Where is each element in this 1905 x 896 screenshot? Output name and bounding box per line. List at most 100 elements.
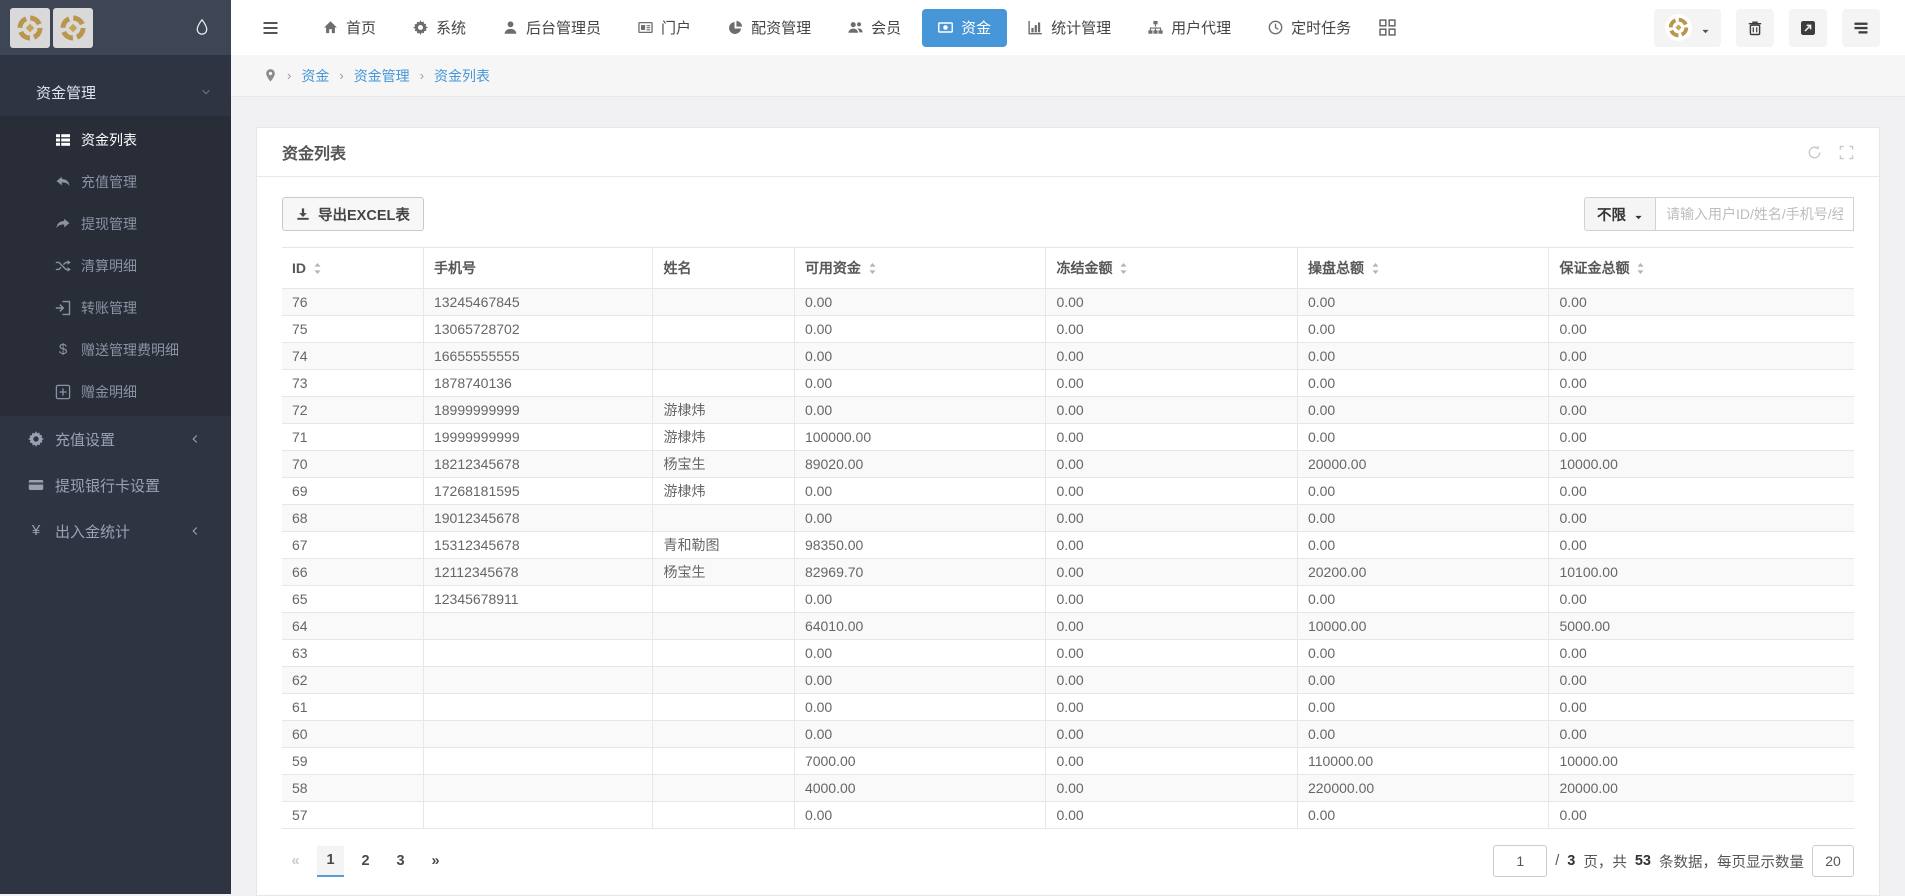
nav-item-label: 定时任务 [1291,17,1351,38]
cell-available_funds: 0.00 [794,586,1046,613]
page-button-1[interactable]: 1 [317,846,344,877]
table-row: 7119999999999游棣炜100000.000.000.000.00 [282,424,1854,451]
user-avatar-menu[interactable] [1654,9,1721,47]
cell-trading_total: 0.00 [1297,694,1549,721]
col-available_funds[interactable]: 可用资金 [794,248,1046,289]
breadcrumb-link[interactable]: 资金 [301,66,329,86]
sidebar-item-fund-flow-stats[interactable]: ¥出入金统计 [0,508,231,554]
cell-phone: 12345678911 [423,586,653,613]
next-page-button[interactable]: » [422,846,449,877]
cell-trading_total: 20000.00 [1297,451,1549,478]
nav-item-home[interactable]: 首页 [307,9,392,47]
sidebar-item-label: 提现银行卡设置 [55,475,160,496]
cell-trading_total: 10000.00 [1297,613,1549,640]
nav-item-scheduled-tasks[interactable]: 定时任务 [1252,9,1367,47]
cell-available_funds: 0.00 [794,370,1046,397]
sidebar-item-gift-fee-detail[interactable]: $赠送管理费明细 [0,329,231,371]
cell-frozen_amount: 0.00 [1046,532,1298,559]
col-id[interactable]: ID [282,248,423,289]
total-records: 53 [1635,853,1651,869]
cell-frozen_amount: 0.00 [1046,559,1298,586]
table-row: 6464010.000.0010000.005000.00 [282,613,1854,640]
cell-frozen_amount: 0.00 [1046,802,1298,829]
cell-id: 70 [282,451,423,478]
cell-frozen_amount: 0.00 [1046,478,1298,505]
cell-phone: 12112345678 [423,559,653,586]
cell-trading_total: 0.00 [1297,802,1549,829]
caret-down-icon [1701,23,1710,32]
col-label: 保证金总额 [1559,260,1629,276]
download-icon [296,207,310,221]
cell-name [653,667,794,694]
col-margin_total[interactable]: 保证金总额 [1549,248,1854,289]
trash-button[interactable] [1736,9,1774,47]
filter-dropdown-button[interactable]: 不限 [1584,197,1656,231]
cell-trading_total: 0.00 [1297,667,1549,694]
breadcrumb-link[interactable]: 资金管理 [354,66,410,86]
cell-margin_total: 10100.00 [1549,559,1854,586]
expand-icon[interactable] [1839,145,1854,160]
sidebar-item-transfer-management[interactable]: 转账管理 [0,287,231,329]
sidebar-item-funds-list[interactable]: 资金列表 [0,119,231,161]
cell-id: 59 [282,748,423,775]
cell-trading_total: 0.00 [1297,640,1549,667]
cell-name [653,343,794,370]
sidebar-item-withdraw-bankcard-settings[interactable]: 提现银行卡设置 [0,462,231,508]
nav-item-label: 首页 [346,17,376,38]
chevron-left-icon [190,434,200,444]
nav-item-statistics-management[interactable]: 统计管理 [1012,9,1127,47]
sidebar: 资金管理资金列表充值管理提现管理清算明细转账管理$赠送管理费明细赠金明细充值设置… [0,0,231,894]
sidebar-item-label: 充值设置 [55,429,115,450]
current-page-input[interactable] [1493,845,1547,877]
cell-trading_total: 0.00 [1297,343,1549,370]
external-link-button[interactable] [1789,9,1827,47]
cell-id: 63 [282,640,423,667]
caret-down-icon [1634,210,1643,219]
breadcrumb-link[interactable]: 资金列表 [434,66,490,86]
sidebar-item-bonus-detail[interactable]: 赠金明细 [0,371,231,413]
sidebar-item-recharge-management[interactable]: 充值管理 [0,161,231,203]
nav-item-backend-admin[interactable]: 后台管理员 [487,9,617,47]
cell-phone: 18999999999 [423,397,653,424]
cell-trading_total: 0.00 [1297,586,1549,613]
apps-grid-icon[interactable] [1379,19,1396,36]
col-frozen_amount[interactable]: 冻结金额 [1046,248,1298,289]
sidebar-menu: 资金管理资金列表充值管理提现管理清算明细转账管理$赠送管理费明细赠金明细充值设置… [0,55,231,554]
nav-item-funds[interactable]: 资金 [922,9,1007,47]
refresh-icon[interactable] [1807,145,1822,160]
sidebar-item-withdraw-management[interactable]: 提现管理 [0,203,231,245]
cell-available_funds: 7000.00 [794,748,1046,775]
plus-square-icon [55,384,71,400]
export-excel-button[interactable]: 导出EXCEL表 [282,197,424,231]
nav-item-allocation-management[interactable]: 配资管理 [712,9,827,47]
cell-id: 75 [282,316,423,343]
sidebar-section-funds-management[interactable]: 资金管理 [0,68,231,116]
cell-frozen_amount: 0.00 [1046,640,1298,667]
sidebar-item-recharge-settings[interactable]: 充值设置 [0,416,231,462]
panel-tools [1807,145,1854,160]
cell-id: 69 [282,478,423,505]
cell-margin_total: 0.00 [1549,424,1854,451]
nav-item-label: 配资管理 [751,17,811,38]
table-body: 76132454678450.000.000.000.0075130657287… [282,289,1854,829]
menu-toggle-icon[interactable] [261,20,280,36]
search-input[interactable] [1656,197,1854,231]
page-button-2[interactable]: 2 [352,846,379,877]
cell-name [653,802,794,829]
cell-available_funds: 0.00 [794,397,1046,424]
nav-item-system[interactable]: 系统 [397,9,482,47]
nav-item-portal[interactable]: 门户 [622,9,707,47]
cell-phone: 18212345678 [423,451,653,478]
cell-name: 游棣炜 [653,478,794,505]
cell-margin_total: 0.00 [1549,640,1854,667]
cell-phone: 17268181595 [423,478,653,505]
sidebar-item-settlement-detail[interactable]: 清算明细 [0,245,231,287]
page-button-3[interactable]: 3 [387,846,414,877]
nav-item-user-agent[interactable]: 用户代理 [1132,9,1247,47]
list-panel-button[interactable] [1842,9,1880,47]
prev-page-button[interactable]: « [282,846,309,877]
nav-item-members[interactable]: 会员 [832,9,917,47]
portal-icon [638,20,653,35]
col-trading_total[interactable]: 操盘总额 [1297,248,1549,289]
page-size-input[interactable] [1812,845,1854,877]
